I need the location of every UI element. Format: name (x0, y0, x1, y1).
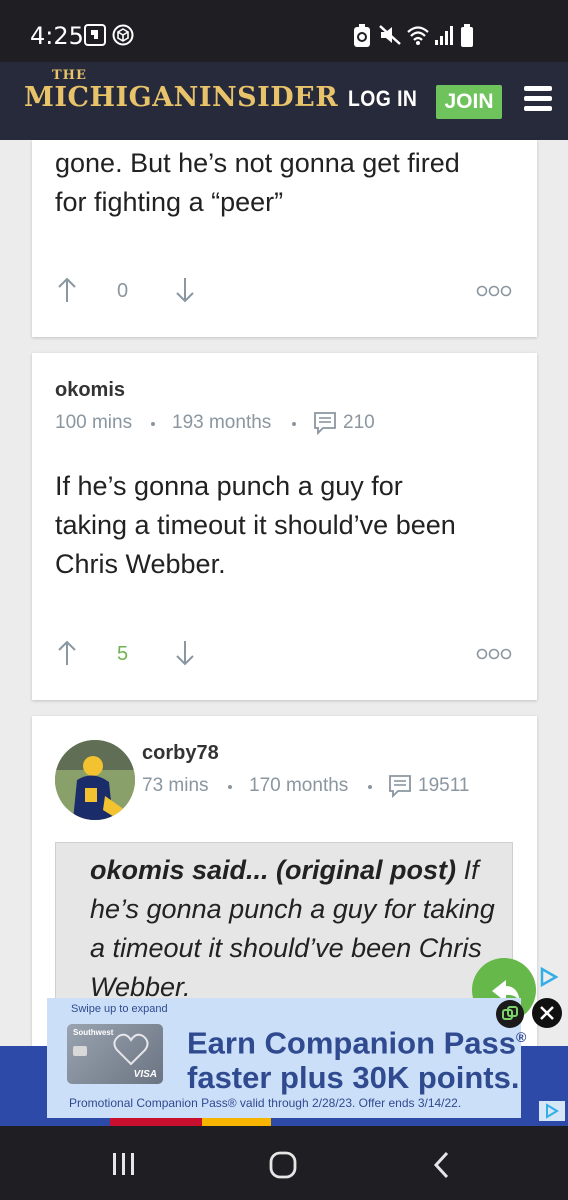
back-icon[interactable] (430, 1150, 454, 1180)
home-icon[interactable] (268, 1150, 298, 1180)
adchoices-icon[interactable] (538, 1100, 566, 1122)
ad-link-button[interactable] (496, 1000, 524, 1028)
comment-time: 100 mins (55, 412, 133, 433)
post-count-icon (314, 412, 336, 435)
adchoices-icon[interactable] (538, 966, 560, 988)
system-navigation-bar (0, 1126, 568, 1200)
logo-the: THE (52, 68, 87, 83)
wifi-icon (406, 24, 430, 51)
post-count: 19511 (418, 775, 470, 796)
ad-close-button[interactable] (532, 998, 562, 1028)
status-time: 4:25 (30, 22, 84, 50)
comment-username[interactable]: okomis (55, 379, 125, 402)
battery-saver-icon (352, 24, 372, 53)
card-chip-icon (73, 1046, 87, 1056)
comment-body: If he’s gonna punch a guy for taking a t… (55, 471, 456, 579)
logo-name: MICHIGANINSIDER (24, 82, 339, 113)
vote-count: 5 (117, 643, 129, 665)
upvote-arrow-icon[interactable] (56, 639, 78, 667)
heart-logo-icon (113, 1033, 149, 1066)
ad-disclaimer: Promotional Companion Pass® valid throug… (69, 1096, 462, 1110)
member-age: 193 months (172, 412, 272, 433)
post-count: 210 (343, 412, 375, 433)
ad-link-icon (502, 1006, 518, 1020)
separator-dot (151, 422, 155, 426)
comment-body: gone. But he’s not gonna get fired for f… (55, 148, 460, 217)
site-header: THE MICHIGANINSIDER LOG IN JOIN (0, 62, 568, 140)
close-icon (540, 1006, 554, 1020)
battery-icon (460, 24, 474, 53)
ad-headline: Earn Companion Pass® faster plus 30K poi… (187, 1025, 527, 1096)
join-button[interactable]: JOIN (436, 85, 502, 119)
comment-username[interactable]: corby78 (142, 742, 219, 765)
vote-count: 0 (117, 280, 129, 302)
login-button[interactable]: LOG IN (348, 86, 417, 112)
comment-card: gone. But he’s not gonna get fired for f… (32, 140, 537, 337)
more-options-icon[interactable] (476, 284, 512, 298)
separator-dot (292, 422, 296, 426)
recent-apps-icon[interactable] (110, 1150, 138, 1178)
upvote-arrow-icon[interactable] (56, 276, 78, 304)
app-notification-icon (84, 24, 106, 51)
comment-card: okomis 100 mins 193 months 210 If he’s g… (32, 353, 537, 700)
downvote-arrow-icon[interactable] (174, 639, 196, 667)
credit-card-image: Southwest VISA (67, 1024, 163, 1084)
vote-bar: 0 (32, 272, 537, 312)
status-bar: 4:25 (0, 0, 568, 62)
more-options-icon[interactable] (476, 647, 512, 661)
separator-dot (228, 785, 232, 789)
hamburger-menu-icon[interactable] (524, 86, 552, 112)
quote-author: okomis said... (original post) (90, 855, 457, 885)
comment-card: corby78 73 mins 170 months 19511 okomis … (32, 716, 537, 1046)
mute-icon (378, 24, 402, 51)
avatar[interactable] (55, 740, 135, 820)
vote-bar: 5 (32, 635, 537, 675)
member-age: 170 months (249, 775, 349, 796)
downvote-arrow-icon[interactable] (174, 276, 196, 304)
separator-dot (368, 785, 372, 789)
post-count-icon (389, 775, 411, 798)
advertisement[interactable]: Swipe up to expand Southwest VISA Earn C… (47, 998, 526, 1118)
box-notification-icon (112, 24, 134, 51)
ad-swipe-hint: Swipe up to expand (71, 1003, 168, 1015)
comment-time: 73 mins (142, 775, 209, 796)
signal-icon (434, 24, 454, 51)
